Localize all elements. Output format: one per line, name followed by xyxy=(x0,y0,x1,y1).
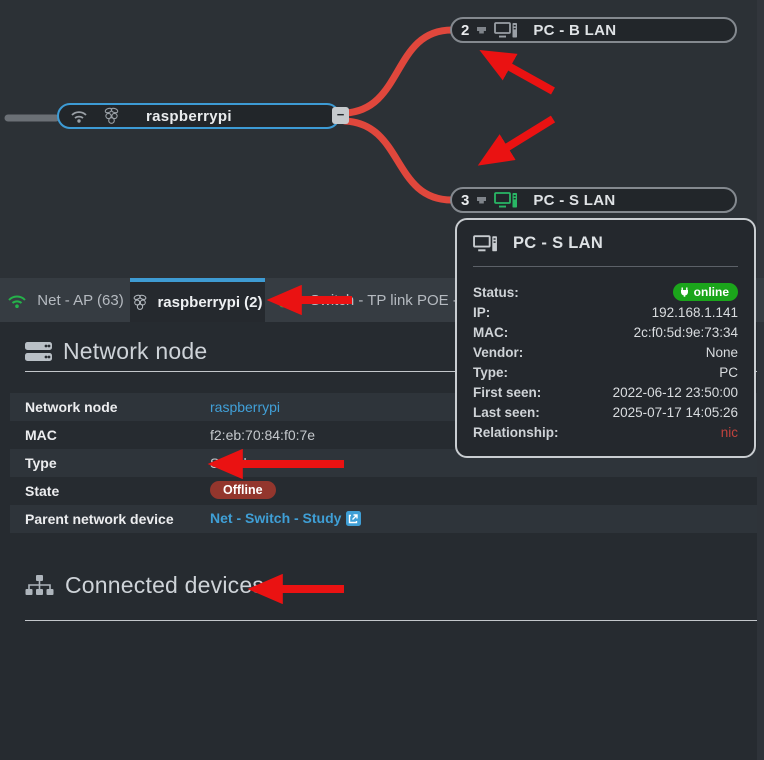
tooltip-row: First seen:2022-06-12 23:50:00 xyxy=(473,382,738,402)
online-badge: online xyxy=(673,283,738,301)
desktop-pc-icon xyxy=(473,235,498,253)
section-title: Connected devices xyxy=(65,572,264,599)
server-icon xyxy=(25,341,52,362)
row-label: Parent network device xyxy=(25,511,174,527)
tooltip-row: MAC:2c:f0:5d:9e:73:34 xyxy=(473,322,738,342)
port-number: 3 xyxy=(461,192,469,209)
external-link-icon xyxy=(346,511,361,526)
tab-label: Switch - TP link POE - Kitc xyxy=(310,292,471,309)
device-tooltip: PC - S LAN Status: online IP:192.168.1.1… xyxy=(455,218,756,458)
ethernet-port-icon xyxy=(476,196,487,205)
parent-device-label: Net - Switch - Study xyxy=(210,510,341,526)
tab-label: Net - AP (63) xyxy=(37,292,123,309)
tooltip-row: Last seen:2025-07-17 14:05:26 xyxy=(473,402,738,422)
mac-value: f2:eb:70:84:f0:7e xyxy=(210,427,315,443)
topology-node-label: PC - B LAN xyxy=(533,22,616,39)
scrollbar[interactable] xyxy=(757,0,764,760)
desktop-pc-icon xyxy=(494,22,518,39)
ethernet-port-icon xyxy=(476,26,487,35)
row-label: MAC xyxy=(25,427,57,443)
parent-device-link[interactable]: Net - Switch - Study xyxy=(210,510,361,526)
topology-node-label: PC - S LAN xyxy=(533,192,615,209)
sitemap-icon xyxy=(25,575,54,597)
row-label: State xyxy=(25,483,59,499)
tab-net-ap[interactable]: Net - AP (63) xyxy=(0,278,130,322)
divider xyxy=(25,620,757,621)
tooltip-row: Vendor:None xyxy=(473,342,738,362)
collapse-node-button[interactable]: − xyxy=(332,107,349,124)
raspberrypi-icon xyxy=(103,107,120,125)
row-label: Network node xyxy=(25,399,118,415)
table-row: State Offline xyxy=(10,477,757,505)
topology-node-pc-b-lan[interactable]: 2 PC - B LAN xyxy=(450,17,737,43)
tab-label: raspberrypi (2) xyxy=(157,294,262,311)
connected-devices-section-header: Connected devices xyxy=(25,572,264,599)
tooltip-row: IP:192.168.1.141 xyxy=(473,302,738,322)
row-label: Type xyxy=(25,455,57,471)
divider xyxy=(473,266,738,267)
topology-node-pc-s-lan[interactable]: 3 PC - S LAN xyxy=(450,187,737,213)
tab-switch-tp-link[interactable]: Switch - TP link POE - Kitc xyxy=(265,278,471,322)
desktop-pc-icon xyxy=(494,192,518,209)
tooltip-row: Status: online xyxy=(473,282,738,302)
section-title: Network node xyxy=(63,338,207,365)
wifi-icon xyxy=(69,108,89,124)
tab-raspberrypi[interactable]: raspberrypi (2) xyxy=(130,278,265,322)
port-number: 2 xyxy=(461,22,469,39)
status-badge: Offline xyxy=(210,481,276,499)
raspberrypi-icon xyxy=(132,294,148,311)
network-node-section-header: Network node xyxy=(25,338,207,365)
table-row: Parent network device Net - Switch - Stu… xyxy=(10,505,757,533)
tooltip-title: PC - S LAN xyxy=(513,234,603,253)
plug-icon xyxy=(680,287,689,297)
switch-icon xyxy=(279,293,301,308)
network-node-link[interactable]: raspberrypi xyxy=(210,399,280,415)
network-topology-page: raspberrypi − 2 PC - B LAN 3 xyxy=(0,0,764,760)
tooltip-row: Type:PC xyxy=(473,362,738,382)
topology-node-label: raspberrypi xyxy=(146,108,232,125)
tooltip-row: Relationship:nic xyxy=(473,422,738,442)
wifi-icon xyxy=(6,292,28,309)
type-value: Switch xyxy=(210,455,251,471)
topology-node-raspberrypi[interactable]: raspberrypi xyxy=(57,103,340,129)
